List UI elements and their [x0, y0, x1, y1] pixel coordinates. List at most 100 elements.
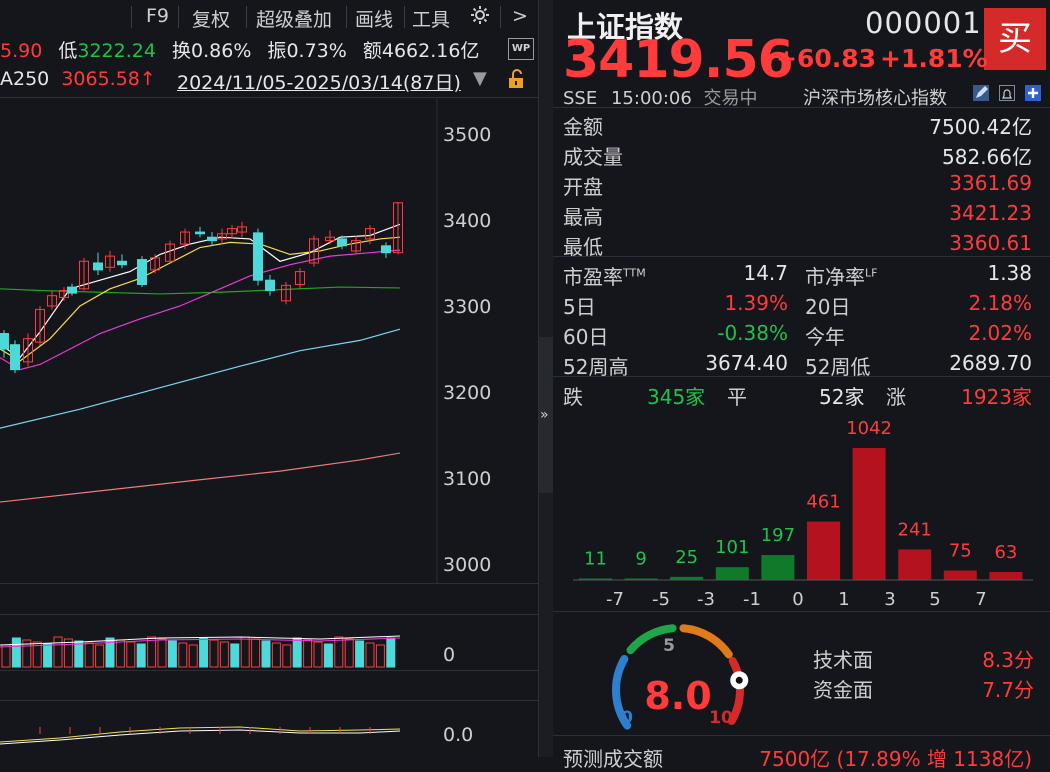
restore-rights-button[interactable]: 复权: [192, 5, 230, 32]
w52-high-value: 3674.40: [705, 351, 788, 375]
volume-bar: [126, 641, 136, 668]
chart-toolbar: F9 复权 超级叠加 画线 工具 >: [0, 0, 538, 34]
d60-label: 60日: [563, 325, 609, 349]
volume-bar: [178, 642, 188, 668]
index-code: 000001: [865, 6, 982, 40]
distribution-bar-label: 461: [806, 492, 840, 513]
tools-button[interactable]: 工具: [412, 5, 450, 32]
volume-bar: [313, 641, 323, 668]
exchange-label: SSE: [563, 88, 598, 109]
chevron-right-icon[interactable]: >: [512, 5, 528, 27]
forecast-value: 7500亿 (17.89% 增 1138亿): [759, 747, 1032, 771]
distribution-bar: [761, 555, 795, 580]
forecast-label: 预测成交额: [563, 747, 663, 771]
indicator-pane-top: [0, 700, 538, 701]
distribution-bar: [852, 448, 886, 580]
volume-bar: [167, 640, 177, 668]
volume-bar: [209, 639, 219, 668]
quote-time: 15:00:06: [610, 88, 692, 109]
toolbar-divider: [178, 6, 179, 28]
volume-bar: [323, 643, 333, 668]
quote-row: 5.90 低3222.24 换0.86% 振0.73% 额4662.16亿: [0, 36, 479, 63]
kline-chart[interactable]: 3500 3400 3300 3200 3100 3000 0 0.0: [0, 0, 538, 757]
stat-label: 金额: [563, 115, 603, 139]
low-label: 低: [58, 40, 78, 62]
settings-gear-icon[interactable]: [469, 4, 491, 31]
distribution-bar-label: 63: [994, 542, 1017, 563]
volume-bar: [375, 644, 385, 668]
gauge-mid-label: 5: [663, 636, 675, 656]
volume-bar: [230, 643, 240, 668]
turnover-label: 换: [172, 40, 192, 62]
unlock-icon[interactable]: [506, 68, 528, 94]
pb-value: 1.38: [987, 261, 1032, 285]
price-axis-label: 3100: [443, 468, 491, 490]
collapse-handle[interactable]: »: [539, 337, 553, 493]
candle: [93, 262, 103, 271]
volume-bar: [84, 642, 94, 668]
separator: [553, 376, 1050, 377]
toolbar-divider: [131, 6, 132, 28]
price-axis-label: 3300: [443, 296, 491, 318]
price-change-pct: +1.81%: [880, 44, 988, 73]
stat-label: 成交量: [563, 145, 623, 169]
ma-row: A250 3065.58↑: [0, 68, 156, 90]
add-watchlist-icon[interactable]: [1025, 85, 1041, 101]
date-range-selector[interactable]: 2024/11/05-2025/03/14(87日): [177, 68, 461, 95]
overlay-button[interactable]: 超级叠加: [256, 5, 332, 32]
candle: [253, 232, 263, 281]
volume-bar: [136, 643, 146, 668]
gauge-min-label: 0: [621, 708, 633, 728]
kline-panel: 3500 3400 3300 3200 3100 3000 0 0.0 F9 复权 超级叠加 …: [0, 0, 538, 757]
separator: [553, 256, 1050, 257]
d5-label: 5日: [563, 295, 596, 319]
edit-icon[interactable]: [973, 85, 989, 101]
ma20-line: [0, 249, 401, 371]
candle: [137, 259, 147, 285]
distribution-tick-label: 1: [838, 589, 849, 610]
wp-icon[interactable]: WP: [508, 38, 534, 60]
separator: [553, 611, 1050, 612]
stat-label: 最高: [563, 205, 603, 229]
candle: [117, 260, 127, 266]
volume-bar: [219, 641, 229, 668]
advance-decline-distribution-chart: 11 9 25 101 197 461 1042 241 75 63 -7 -5 -3 -1 0 1 3 5 7: [573, 418, 1033, 610]
volume-bar: [43, 643, 53, 668]
gauge-max-label: 10: [709, 708, 733, 728]
distribution-tick-label: 7: [975, 589, 986, 610]
toolbar-divider: [500, 6, 501, 28]
volume-bar: [74, 640, 84, 668]
f9-button[interactable]: F9: [146, 5, 169, 27]
candle: [337, 238, 347, 247]
dropdown-icon[interactable]: ▼: [473, 68, 487, 89]
volume-bar: [53, 636, 63, 668]
amount-value: 4662.16亿: [381, 40, 480, 62]
toolbar-divider: [246, 6, 247, 28]
distribution-bar-label: 11: [584, 549, 607, 570]
distribution-bar-label: 9: [635, 549, 646, 570]
distribution-tick-label: 5: [929, 589, 940, 610]
volume-bar: [282, 644, 292, 668]
chart-top-border: [0, 97, 538, 98]
price-axis-label: 3400: [443, 210, 491, 232]
volume-bar: [271, 642, 281, 668]
buy-button[interactable]: 买: [984, 8, 1046, 70]
volume-bar: [292, 637, 302, 668]
bell-icon[interactable]: [999, 85, 1015, 101]
amount-label: 额: [362, 40, 382, 62]
amplitude-value: 0.73%: [286, 40, 347, 62]
trading-status: 交易中: [703, 88, 758, 109]
draw-line-button[interactable]: 画线: [355, 5, 393, 32]
toolbar-divider: [346, 6, 347, 28]
volume-pane-top: [0, 614, 538, 615]
high-value-fragment: 5.90: [0, 40, 43, 62]
pe-value: 14.7: [743, 261, 788, 285]
gauge-score: 8.0: [644, 674, 711, 718]
volume-bar: [261, 640, 271, 668]
fund-score-label: 资金面: [813, 678, 873, 702]
gauge-pointer-dot: [735, 676, 743, 684]
volume-bar: [95, 644, 105, 668]
fund-score-value: 7.7分: [982, 678, 1034, 702]
gauge-arc: [679, 624, 733, 659]
volume-bar: [11, 637, 21, 668]
